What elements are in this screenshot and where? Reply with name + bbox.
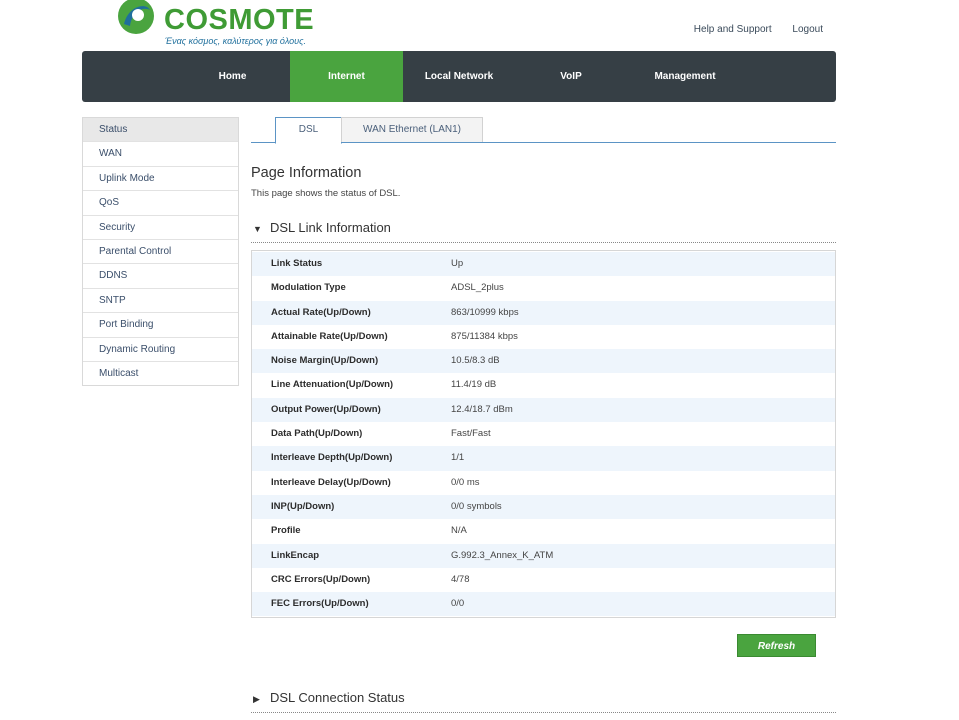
- table-row: Modulation Type ADSL_2plus: [252, 276, 835, 300]
- table-row: Interleave Depth(Up/Down) 1/1: [252, 446, 835, 471]
- row-value: 11.4/19 dB: [451, 379, 497, 391]
- sidebar-item-status[interactable]: Status: [83, 118, 238, 143]
- sidebar-item-qos[interactable]: QoS: [83, 191, 238, 216]
- nav-item-local-network[interactable]: Local Network: [403, 51, 515, 102]
- triangle-down-icon: ▼: [253, 224, 262, 234]
- table-row: INP(Up/Down) 0/0 symbols: [252, 494, 835, 520]
- row-value: 863/10999 kbps: [451, 306, 519, 318]
- row-value: Up: [451, 258, 464, 269]
- page-title: Page Information: [251, 165, 362, 181]
- nav-item-home[interactable]: Home: [182, 51, 283, 102]
- section-dsl-link-info[interactable]: ▼ DSL Link Information: [251, 216, 836, 243]
- table-row: Link Status Up: [252, 252, 835, 277]
- row-value: 4/78: [451, 573, 470, 585]
- logo-brand: COSMOTE: [164, 4, 315, 36]
- row-label: Noise Margin(Up/Down): [271, 355, 379, 367]
- row-label: FEC Errors(Up/Down): [271, 598, 369, 610]
- top-links: Help and Support Logout: [676, 24, 823, 35]
- section-title: DSL Connection Status: [270, 690, 405, 705]
- help-support-link[interactable]: Help and Support: [694, 24, 772, 35]
- nav-item-management[interactable]: Management: [627, 51, 743, 102]
- dsl-info-table: Link Status Up Modulation Type ADSL_2plus …: [251, 250, 836, 619]
- row-value: ADSL_2plus: [451, 282, 504, 294]
- section-title: DSL Link Information: [270, 220, 391, 235]
- row-label: CRC Errors(Up/Down): [271, 573, 371, 585]
- cosmote-logo-icon: [118, 0, 154, 34]
- sidebar-item-sntp[interactable]: SNTP: [83, 288, 238, 314]
- table-row: Line Attenuation(Up/Down) 11.4/19 dB: [252, 373, 835, 397]
- logo-tagline: Ένας κόσμος, καλύτερος για όλους.: [165, 36, 306, 46]
- sidebar: Status WAN Uplink Mode QoS Security Pare…: [82, 117, 239, 387]
- row-value: 0/0: [451, 598, 465, 610]
- table-row: Data Path(Up/Down) Fast/Fast: [252, 422, 835, 446]
- row-value: Fast/Fast: [451, 428, 491, 440]
- row-label: Interleave Delay(Up/Down): [271, 476, 391, 488]
- row-label: Output Power(Up/Down): [271, 403, 381, 415]
- row-label: Interleave Depth(Up/Down): [271, 452, 393, 464]
- row-value: 1/1: [451, 452, 465, 464]
- sidebar-item-ddns[interactable]: DDNS: [83, 264, 238, 289]
- row-value: 0/0 symbols: [451, 500, 502, 512]
- sidebar-item-dynamic-routing[interactable]: Dynamic Routing: [83, 337, 238, 362]
- row-label: Data Path(Up/Down): [271, 428, 363, 440]
- table-row: CRC Errors(Up/Down) 4/78: [252, 568, 835, 592]
- row-value: 12.4/18.7 dBm: [451, 403, 513, 415]
- sidebar-item-uplink-mode[interactable]: Uplink Mode: [83, 166, 238, 192]
- tab-wan-ethernet[interactable]: WAN Ethernet (LAN1): [341, 117, 483, 142]
- row-value: 0/0 ms: [451, 476, 480, 488]
- table-row: LinkEncap G.992.3_Annex_K_ATM: [252, 543, 835, 568]
- row-label: Modulation Type: [271, 282, 346, 294]
- row-value: 10.5/8.3 dB: [451, 355, 500, 367]
- row-label: Actual Rate(Up/Down): [271, 306, 371, 318]
- tab-dsl[interactable]: DSL: [275, 117, 342, 144]
- sidebar-item-multicast[interactable]: Multicast: [83, 361, 238, 386]
- logout-link[interactable]: Logout: [792, 24, 823, 35]
- sidebar-item-wan[interactable]: WAN: [83, 142, 238, 167]
- tab-bar: DSL WAN Ethernet (LAN1): [251, 117, 836, 144]
- table-row: Attainable Rate(Up/Down) 875/11384 kbps: [252, 325, 835, 349]
- sidebar-item-port-binding[interactable]: Port Binding: [83, 313, 238, 338]
- table-row: Output Power(Up/Down) 12.4/18.7 dBm: [252, 397, 835, 423]
- table-row: FEC Errors(Up/Down) 0/0: [252, 592, 835, 617]
- table-row: Profile N/A: [252, 519, 835, 543]
- table-row: Interleave Delay(Up/Down) 0/0 ms: [252, 471, 835, 495]
- refresh-button[interactable]: Refresh: [737, 634, 816, 657]
- row-value: N/A: [451, 525, 467, 537]
- row-label: INP(Up/Down): [271, 500, 335, 512]
- cosmote-logo: COSMOTE Ένας κόσμος, καλύτερος για όλους…: [116, 0, 316, 48]
- sidebar-item-parental-control[interactable]: Parental Control: [83, 239, 238, 265]
- sidebar-item-security[interactable]: Security: [83, 215, 238, 240]
- table-row: Noise Margin(Up/Down) 10.5/8.3 dB: [252, 349, 835, 374]
- section-dsl-connection-status[interactable]: ▶ DSL Connection Status: [251, 686, 836, 713]
- table-row: Actual Rate(Up/Down) 863/10999 kbps: [252, 300, 835, 325]
- page-description: This page shows the status of DSL.: [251, 188, 401, 199]
- nav-item-internet[interactable]: Internet: [290, 51, 403, 102]
- row-label: Attainable Rate(Up/Down): [271, 330, 388, 342]
- row-label: Profile: [271, 525, 301, 537]
- triangle-right-icon: ▶: [253, 694, 260, 704]
- row-value: 875/11384 kbps: [451, 330, 518, 342]
- row-label: Link Status: [271, 258, 323, 269]
- row-value: G.992.3_Annex_K_ATM: [451, 549, 554, 561]
- row-label: LinkEncap: [271, 549, 320, 561]
- main-nav: Home Internet Local Network VoIP Managem…: [82, 51, 836, 102]
- nav-item-voip[interactable]: VoIP: [515, 51, 627, 102]
- row-label: Line Attenuation(Up/Down): [271, 379, 394, 391]
